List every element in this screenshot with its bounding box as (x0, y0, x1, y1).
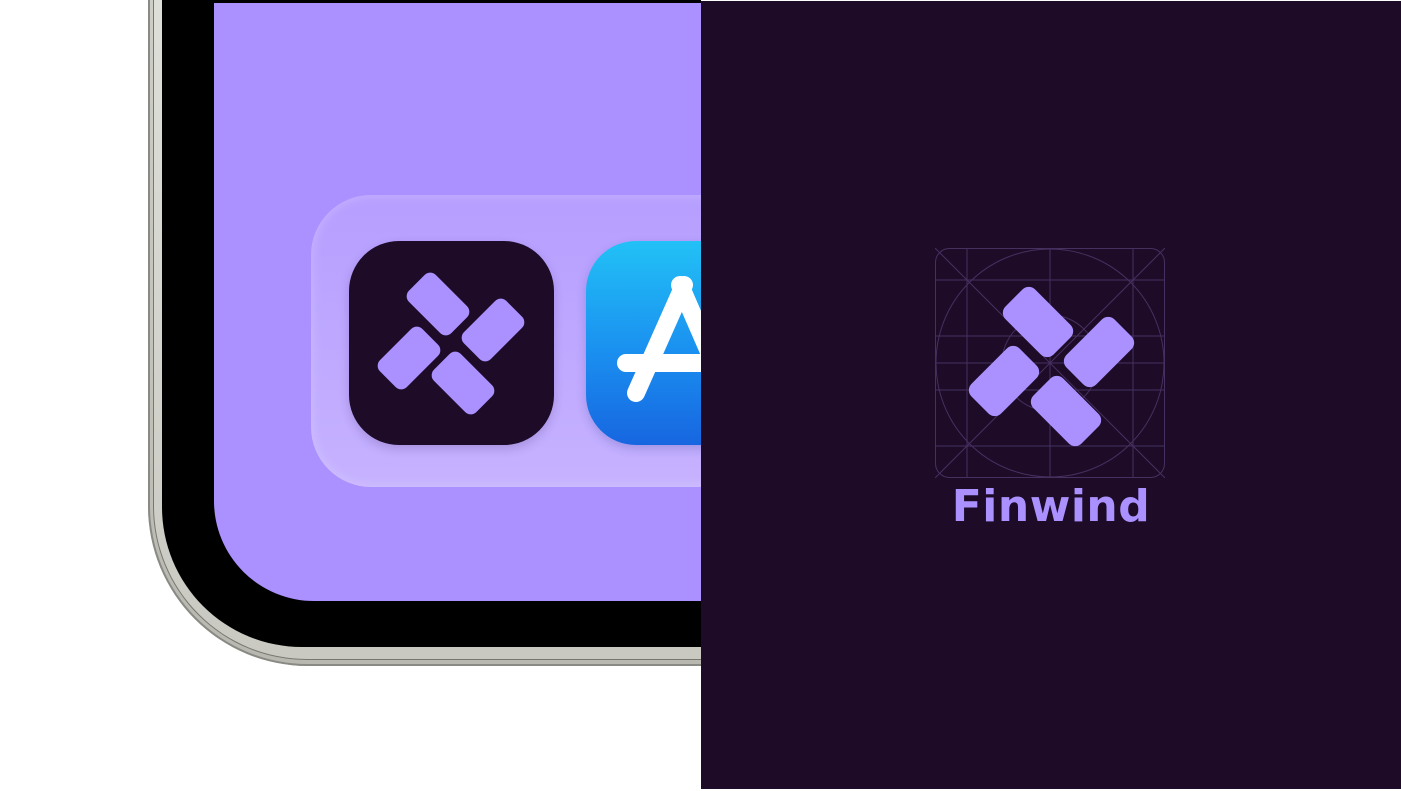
finwind-logo-icon (377, 272, 525, 415)
icon-grid-guides (935, 248, 1165, 478)
phone-screen (214, 3, 701, 601)
logo-construction-grid (935, 248, 1165, 478)
brand-panel: Finwind (701, 1, 1401, 789)
app-store-icon (617, 276, 701, 402)
dock (311, 195, 701, 487)
brand-name: Finwind (951, 481, 1151, 532)
brand-presentation: Finwind (0, 0, 1401, 791)
finwind-app-icon[interactable] (349, 241, 554, 445)
app-store-app-icon[interactable] (586, 241, 701, 445)
phone-mockup (0, 0, 701, 791)
